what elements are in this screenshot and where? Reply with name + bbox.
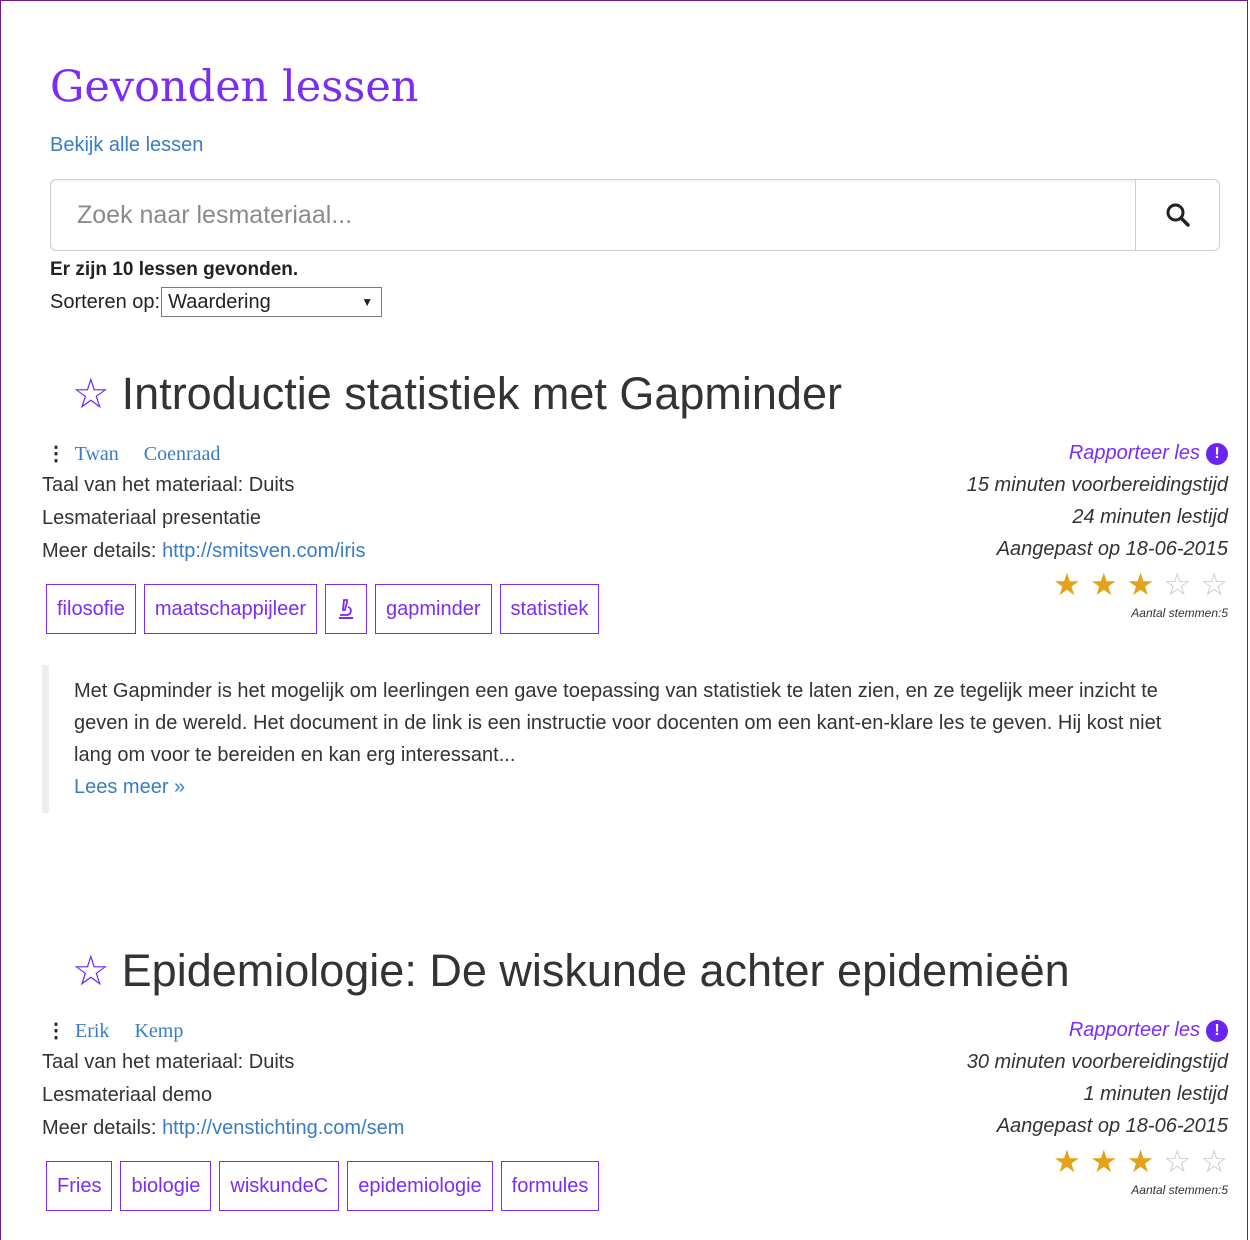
lesson-description: Met Gapminder is het mogelijk om leerlin… bbox=[42, 665, 1212, 813]
microscope-icon bbox=[339, 599, 354, 619]
tag[interactable]: statistiek bbox=[499, 584, 600, 634]
tag[interactable]: Fries bbox=[46, 1161, 113, 1211]
search-bar bbox=[50, 179, 1220, 251]
favorite-star-icon[interactable]: ☆ bbox=[72, 373, 110, 415]
tag[interactable]: formules bbox=[500, 1161, 600, 1211]
star-filled-icon[interactable]: ★ bbox=[1090, 1144, 1127, 1179]
lesson-title-text: Introductie statistiek met Gapminder bbox=[121, 368, 842, 419]
favorite-star-icon[interactable]: ☆ bbox=[72, 950, 110, 992]
tag[interactable]: wiskundeC bbox=[219, 1161, 340, 1211]
author-first-name[interactable]: Erik bbox=[75, 1020, 109, 1042]
tag[interactable]: gapminder bbox=[375, 584, 492, 634]
more-vertical-icon: ⋮ bbox=[46, 1020, 66, 1042]
more-vertical-icon: ⋮ bbox=[46, 443, 66, 465]
details-link[interactable]: http://smitsven.com/iris bbox=[162, 540, 365, 562]
view-all-lessons-link[interactable]: Bekijk alle lessen bbox=[50, 134, 203, 157]
star-filled-icon[interactable]: ★ bbox=[1053, 567, 1090, 602]
star-empty-icon[interactable]: ☆ bbox=[1163, 567, 1200, 602]
tag[interactable]: epidemiologie bbox=[347, 1161, 493, 1211]
star-filled-icon[interactable]: ★ bbox=[1090, 567, 1127, 602]
search-button[interactable] bbox=[1135, 180, 1219, 250]
page-title: Gevonden lessen bbox=[50, 62, 419, 112]
star-empty-icon[interactable]: ☆ bbox=[1200, 1144, 1237, 1179]
lesson-time: 1 minuten lestijd bbox=[1083, 1083, 1228, 1105]
result-count: Er zijn 10 lessen gevonden. bbox=[50, 259, 299, 280]
modified-date: Aangepast op 18-06-2015 bbox=[996, 1115, 1228, 1137]
sort-selected-value: Waardering bbox=[168, 290, 271, 313]
tag[interactable]: filosofie bbox=[46, 584, 136, 634]
author-last-name[interactable]: Coenraad bbox=[144, 443, 221, 465]
author-last-name[interactable]: Kemp bbox=[134, 1020, 183, 1042]
lesson-title[interactable]: ☆ Introductie statistiek met Gapminder bbox=[72, 368, 842, 420]
star-filled-icon[interactable]: ★ bbox=[1127, 1144, 1164, 1179]
rating-stars[interactable]: ★★★☆☆ bbox=[967, 565, 1237, 605]
search-icon bbox=[1166, 203, 1190, 227]
sort-select[interactable]: Waardering ▼ bbox=[161, 287, 383, 317]
lesson-title-text: Epidemiologie: De wiskunde achter epidem… bbox=[121, 945, 1070, 996]
details-label: Meer details: bbox=[42, 1117, 157, 1139]
sort-label: Sorteren op: bbox=[50, 290, 161, 313]
lesson-language: Taal van het materiaal: Duits bbox=[42, 474, 295, 496]
details-label: Meer details: bbox=[42, 540, 157, 562]
lesson-tags: Fries biologie wiskundeC epidemiologie f… bbox=[46, 1161, 600, 1211]
prep-time: 30 minuten voorbereidingstijd bbox=[966, 1051, 1228, 1073]
search-input[interactable] bbox=[51, 180, 1137, 250]
vote-count: Aantal stemmen:5 bbox=[1131, 1183, 1228, 1197]
lesson-info: Rapporteer les! 15 minuten voorbereiding… bbox=[967, 437, 1228, 621]
read-more-link[interactable]: Lees meer » bbox=[74, 776, 185, 798]
tag[interactable]: maatschappijleer bbox=[143, 584, 318, 634]
author-first-name[interactable]: Twan bbox=[75, 443, 119, 465]
tag-microscope-icon[interactable] bbox=[325, 584, 368, 634]
modified-date: Aangepast op 18-06-2015 bbox=[996, 538, 1228, 560]
alert-icon: ! bbox=[1206, 442, 1228, 465]
prep-time: 15 minuten voorbereidingstijd bbox=[966, 474, 1228, 496]
description-text: Met Gapminder is het mogelijk om leerlin… bbox=[74, 680, 1162, 766]
star-filled-icon[interactable]: ★ bbox=[1053, 1144, 1090, 1179]
sort-row: Sorteren op: Waardering ▼ bbox=[50, 287, 383, 317]
star-empty-icon[interactable]: ☆ bbox=[1200, 567, 1237, 602]
lesson-material-type: Lesmateriaal demo bbox=[42, 1084, 213, 1106]
rating-stars[interactable]: ★★★☆☆ bbox=[967, 1142, 1237, 1182]
report-lesson-link[interactable]: Rapporteer les bbox=[1069, 442, 1200, 464]
vote-count: Aantal stemmen:5 bbox=[1131, 606, 1228, 620]
lesson-details: Meer details: http://smitsven.com/iris bbox=[42, 540, 365, 563]
details-link[interactable]: http://venstichting.com/sem bbox=[162, 1117, 404, 1139]
lesson-authors: ⋮ Twan Coenraad bbox=[46, 441, 220, 466]
star-filled-icon[interactable]: ★ bbox=[1127, 567, 1164, 602]
lesson-material-type: Lesmateriaal presentatie bbox=[42, 507, 262, 529]
star-empty-icon[interactable]: ☆ bbox=[1163, 1144, 1200, 1179]
alert-icon: ! bbox=[1206, 1019, 1228, 1042]
lesson-tags: filosofie maatschappijleer gapminder sta… bbox=[46, 584, 600, 634]
lesson-details: Meer details: http://venstichting.com/se… bbox=[42, 1117, 404, 1140]
chevron-down-icon: ▼ bbox=[361, 295, 374, 309]
lesson-title[interactable]: ☆ Epidemiologie: De wiskunde achter epid… bbox=[72, 945, 1070, 997]
lesson-language: Taal van het materiaal: Duits bbox=[42, 1051, 295, 1073]
lesson-authors: ⋮ Erik Kemp bbox=[46, 1018, 183, 1043]
report-lesson[interactable]: Rapporteer les! bbox=[967, 1014, 1228, 1046]
lesson-info: Rapporteer les! 30 minuten voorbereiding… bbox=[967, 1014, 1228, 1198]
report-lesson[interactable]: Rapporteer les! bbox=[967, 437, 1228, 469]
report-lesson-link[interactable]: Rapporteer les bbox=[1069, 1019, 1200, 1041]
lesson-time: 24 minuten lestijd bbox=[1072, 506, 1228, 528]
tag[interactable]: biologie bbox=[120, 1161, 212, 1211]
